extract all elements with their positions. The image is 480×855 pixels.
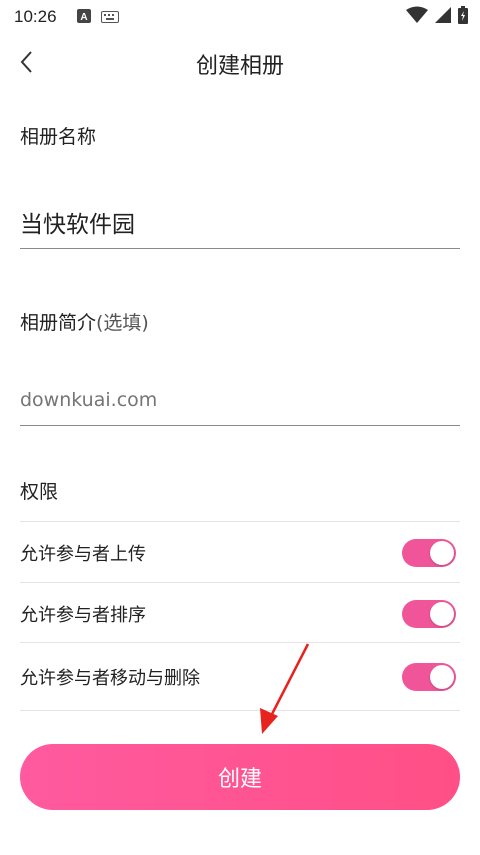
signal-icon: [434, 6, 452, 28]
battery-icon: [458, 6, 468, 28]
sort-toggle[interactable]: [402, 600, 456, 628]
album-name-label: 相册名称: [20, 126, 97, 148]
wifi-icon: [406, 6, 428, 28]
album-desc-underline: [20, 425, 460, 426]
toggle-knob: [430, 602, 454, 626]
permission-row-sort: 允许参与者排序: [20, 584, 460, 644]
keyboard-icon: [100, 8, 119, 27]
move-delete-toggle[interactable]: [402, 663, 456, 691]
album-desc-input[interactable]: [20, 386, 460, 414]
album-desc-label: 相册简介(选填): [20, 308, 149, 335]
divider: [20, 710, 460, 711]
permission-label: 允许参与者移动与删除: [20, 668, 200, 689]
status-bar: 10:26 A: [0, 0, 480, 34]
divider: [20, 582, 460, 583]
album-name-input[interactable]: [20, 204, 460, 240]
annotation-arrow-icon: [260, 643, 310, 734]
album-name-underline: [20, 248, 460, 249]
page-title: 创建相册: [195, 54, 284, 79]
nav-bar: 创建相册: [0, 34, 480, 90]
permissions-label: 权限: [20, 481, 59, 503]
permission-label: 允许参与者排序: [20, 605, 146, 626]
permission-label: 允许参与者上传: [20, 544, 146, 565]
a-letter-icon: A: [76, 8, 91, 27]
toggle-knob: [430, 665, 454, 689]
toggle-knob: [430, 541, 454, 565]
divider: [20, 521, 460, 522]
permission-row-upload: 允许参与者上传: [20, 523, 460, 583]
optional-hint: (选填): [96, 312, 149, 334]
status-time: 10:26: [14, 7, 57, 26]
svg-text:A: A: [80, 12, 87, 23]
create-button[interactable]: 创建: [20, 744, 460, 810]
permission-row-move-delete: 允许参与者移动与删除: [20, 645, 460, 709]
upload-toggle[interactable]: [402, 539, 456, 567]
divider: [20, 642, 460, 643]
album-desc-label-text: 相册简介: [20, 312, 97, 334]
